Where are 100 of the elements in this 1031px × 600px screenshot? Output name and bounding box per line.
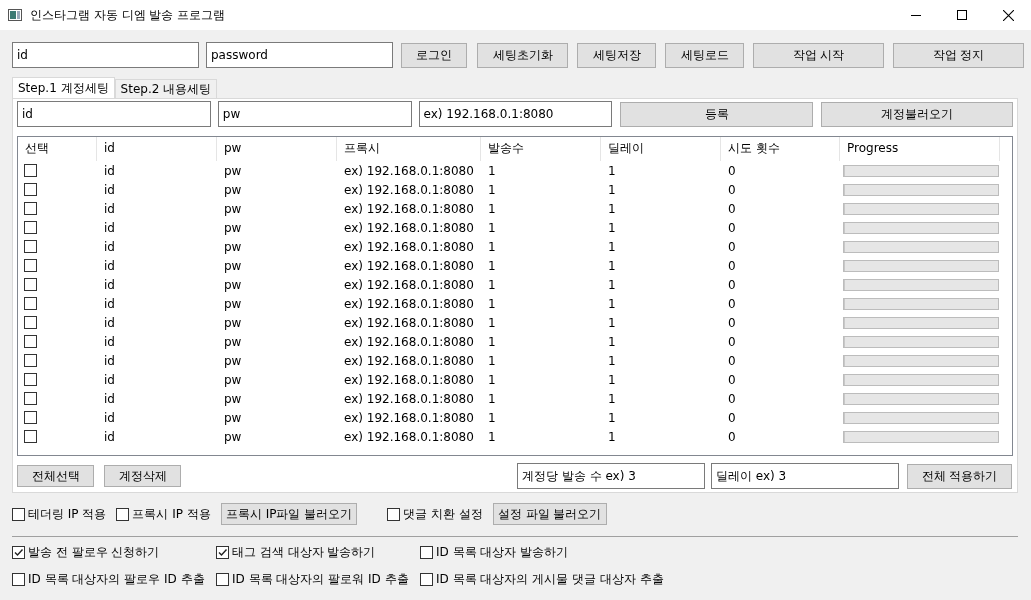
table-cell-text: 0 [727, 296, 737, 311]
checkbox-label: ID 목록 대상자의 게시물 댓글 대상자 추출 [436, 571, 664, 588]
checkbox[interactable] [12, 573, 25, 586]
table-cell-text: pw [223, 163, 243, 178]
table-cell-text: ex) 192.168.0.1:8080 [343, 220, 475, 235]
table-cell-text: 1 [487, 182, 497, 197]
checkbox[interactable] [216, 546, 229, 559]
window-title: 인스타그램 자동 디엠 발송 프로그램 [30, 6, 227, 24]
input-field[interactable]: ex) 192.168.0.1:8080 [418, 101, 613, 127]
load-accounts-button[interactable]: 계정불러오기 [821, 101, 1013, 127]
checkbox-label: 발송 전 팔로우 신청하기 [28, 544, 160, 561]
table-cell-text: 1 [607, 296, 617, 311]
table-cell-text: 1 [607, 429, 617, 444]
table-cell-text: 1 [607, 334, 617, 349]
table-cell-text: id [103, 258, 116, 273]
table-cell-text: 0 [727, 372, 737, 387]
row-checkbox[interactable] [24, 411, 37, 424]
checkbox[interactable] [216, 573, 229, 586]
toolbar-button[interactable]: 세팅초기화 [477, 42, 568, 68]
table-cell-text: pw [223, 391, 243, 406]
table-cell-text: 1 [607, 277, 617, 292]
column-header: id [97, 137, 217, 161]
table-cell-text: 1 [487, 353, 497, 368]
table-cell-text: 1 [487, 315, 497, 330]
maximize-icon[interactable] [957, 10, 967, 20]
row-checkbox[interactable] [24, 183, 37, 196]
table-cell-text: 0 [727, 410, 737, 425]
row-checkbox[interactable] [24, 430, 37, 443]
checkbox[interactable] [420, 546, 433, 559]
checkbox[interactable] [116, 507, 130, 521]
row-checkbox[interactable] [24, 164, 37, 177]
table-cell-text: 1 [607, 220, 617, 235]
checkbox[interactable] [420, 573, 433, 586]
minimize-icon[interactable] [911, 14, 921, 16]
select-all-button[interactable]: 전체선택 [17, 465, 94, 487]
checkbox[interactable] [12, 507, 25, 521]
input-field[interactable]: pw [217, 101, 412, 127]
row-checkbox[interactable] [24, 373, 37, 386]
row-checkbox[interactable] [24, 392, 37, 405]
register-button[interactable]: 등록 [620, 101, 814, 127]
column-header: Progress [840, 137, 1000, 161]
table-cell-text: id [103, 220, 116, 235]
toolbar-button[interactable]: 세팅로드 [665, 42, 744, 68]
table-cell-text: id [103, 353, 116, 368]
id-field[interactable]: id [12, 42, 199, 68]
table-cell-text: 1 [607, 239, 617, 254]
table-cell-text: 1 [607, 258, 617, 273]
table-cell-text: 0 [727, 315, 737, 330]
table-cell-text: pw [223, 220, 243, 235]
table-cell-text: 1 [487, 391, 497, 406]
row-checkbox[interactable] [24, 202, 37, 215]
input-field[interactable]: id [17, 101, 211, 127]
checkbox-label: 프록시 IP 적용 [132, 505, 211, 523]
toolbar-button[interactable]: 작업 시작 [753, 42, 884, 68]
tab[interactable]: Step.2 내용세팅 [114, 79, 218, 98]
table-cell-text: pw [223, 201, 243, 216]
toolbar-button[interactable]: 세팅저장 [577, 42, 656, 68]
input-field[interactable]: 계정당 발송 수 ex) 3 [517, 463, 705, 489]
close-icon[interactable] [1002, 9, 1014, 21]
checkbox-label: 태그 검색 대상자 발송하기 [232, 544, 376, 561]
load-file-button[interactable]: 설정 파일 불러오기 [492, 503, 607, 525]
table-cell-text: ex) 192.168.0.1:8080 [343, 163, 475, 178]
table-cell-text: 1 [487, 220, 497, 235]
table-cell-text: 0 [727, 163, 737, 178]
delete-account-button[interactable]: 계정삭제 [104, 465, 181, 487]
table-cell-text: 1 [487, 429, 497, 444]
table-cell-text: pw [223, 429, 243, 444]
row-checkbox[interactable] [24, 259, 37, 272]
checkbox-label: 댓글 치환 설정 [403, 505, 483, 523]
table-cell-text: 1 [607, 410, 617, 425]
table-cell-text: ex) 192.168.0.1:8080 [343, 372, 475, 387]
table-cell-text: id [103, 372, 116, 387]
table-cell-text: 1 [607, 372, 617, 387]
row-checkbox[interactable] [24, 354, 37, 367]
checkbox-label: 테더링 IP 적용 [28, 505, 107, 523]
table-cell-text: 1 [607, 163, 617, 178]
toolbar-button[interactable]: 로그인 [401, 42, 467, 68]
table-cell-text: ex) 192.168.0.1:8080 [343, 391, 475, 406]
row-checkbox[interactable] [24, 316, 37, 329]
table-cell-text: 1 [607, 182, 617, 197]
row-checkbox[interactable] [24, 278, 37, 291]
table-cell-text: id [103, 391, 116, 406]
row-checkbox[interactable] [24, 297, 37, 310]
load-file-button[interactable]: 프록시 IP파일 불러오기 [220, 503, 358, 525]
table-cell-text: id [103, 410, 116, 425]
password-field[interactable]: password [206, 42, 393, 68]
toolbar-button[interactable]: 작업 정지 [893, 42, 1024, 68]
tab[interactable]: Step.1 계정세팅 [12, 77, 115, 98]
table-cell-text: pw [223, 258, 243, 273]
row-checkbox[interactable] [24, 221, 37, 234]
column-header: 선택 [18, 137, 97, 161]
table-cell-text: 1 [487, 277, 497, 292]
input-field[interactable]: 딜레이 ex) 3 [711, 463, 899, 489]
apply-all-button[interactable]: 전체 적용하기 [907, 463, 1012, 489]
checkbox[interactable] [387, 507, 401, 521]
table-cell-text: 0 [727, 201, 737, 216]
table-cell-text: 1 [487, 334, 497, 349]
row-checkbox[interactable] [24, 335, 37, 348]
checkbox[interactable] [12, 546, 25, 559]
row-checkbox[interactable] [24, 240, 37, 253]
